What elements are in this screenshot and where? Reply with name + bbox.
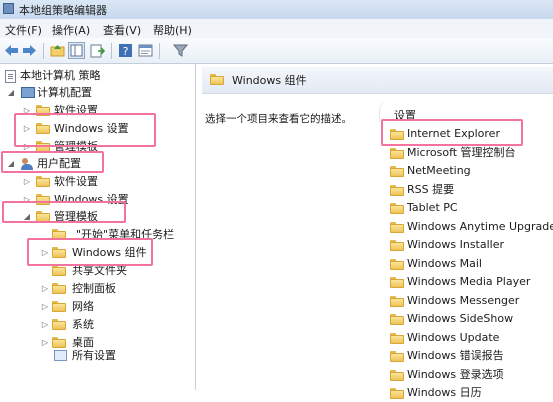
- folder-icon: [390, 369, 404, 381]
- show-hide-tree-icon[interactable]: [68, 42, 85, 59]
- folder-icon: [390, 240, 404, 251]
- folder-icon: [52, 283, 66, 294]
- expand-arrow-icon[interactable]: ▷: [40, 298, 50, 315]
- folder-icon: [390, 221, 404, 233]
- forward-icon[interactable]: [21, 42, 38, 59]
- settings-item-label: Windows 登录选项: [407, 367, 504, 381]
- menu-file[interactable]: 文件(F): [5, 22, 42, 38]
- description-text: 选择一个项目来查看它的描述。: [205, 113, 352, 125]
- computer-icon: [21, 87, 35, 98]
- folder-icon: [390, 295, 404, 307]
- folder-icon: [36, 176, 50, 187]
- highlight-box-computer-admin: [14, 113, 156, 147]
- toolbar: ?: [0, 38, 553, 64]
- folder-icon: [210, 74, 224, 85]
- tree-item-control-panel[interactable]: ▷ 控制面板: [40, 280, 194, 297]
- highlight-box-internet-explorer: [381, 119, 523, 146]
- tree-label: 本地计算机 策略: [20, 69, 101, 82]
- tree-item-all-settings[interactable]: 所有设置: [40, 347, 194, 364]
- app-icon: [3, 3, 14, 14]
- tree-item-uc-software[interactable]: ▷ 软件设置: [22, 173, 194, 190]
- menu-bar: 文件(F) 操作(A) 查看(V) 帮助(H): [0, 19, 553, 38]
- settings-item-label: Windows Media Player: [407, 275, 531, 288]
- settings-item-label: Windows Mail: [407, 256, 482, 270]
- tree-label: 系统: [72, 318, 94, 331]
- filter-icon[interactable]: [172, 42, 189, 59]
- highlight-box-windows-components: [27, 238, 153, 266]
- folder-icon: [52, 319, 66, 330]
- toolbar-separator: [111, 43, 112, 59]
- expand-arrow-icon[interactable]: ▷: [22, 173, 32, 190]
- policy-icon: [5, 70, 16, 83]
- toolbar-separator: [159, 43, 160, 59]
- folder-icon: [52, 301, 66, 312]
- settings-item-label: Windows Installer: [407, 238, 505, 251]
- settings-item-label: Windows 日历: [407, 386, 482, 399]
- expand-arrow-icon[interactable]: ▷: [40, 316, 50, 333]
- tree-label: 所有设置: [72, 349, 116, 362]
- folder-icon: [390, 277, 404, 288]
- folder-icon: [390, 203, 404, 214]
- tree-label: 网络: [72, 300, 94, 313]
- folder-icon: [390, 184, 404, 196]
- help-icon[interactable]: ?: [117, 42, 134, 59]
- settings-item-label: Windows Update: [407, 330, 500, 344]
- tree-item-system[interactable]: ▷ 系统: [40, 316, 194, 333]
- tree-label: 控制面板: [72, 282, 116, 295]
- settings-item-label: Microsoft 管理控制台: [407, 145, 516, 159]
- title-bar: 本地组策略编辑器: [0, 0, 553, 19]
- menu-action[interactable]: 操作(A): [52, 22, 90, 38]
- properties-icon[interactable]: [137, 42, 154, 59]
- settings-item-label: Tablet PC: [407, 201, 458, 214]
- settings-item-label: Windows Anytime Upgrade: [407, 219, 553, 233]
- folder-icon: [52, 265, 66, 276]
- folder-icon: [390, 258, 404, 270]
- folder-icon: [390, 332, 404, 344]
- settings-item-label: Windows Messenger: [407, 293, 520, 307]
- settings-item-label: NetMeeting: [407, 164, 471, 177]
- tree-label: 软件设置: [54, 175, 98, 188]
- expand-arrow-icon[interactable]: ▷: [40, 280, 50, 297]
- folder-icon: [390, 314, 404, 325]
- highlight-box-admin-templates: [2, 201, 126, 223]
- window-title: 本地组策略编辑器: [19, 4, 107, 17]
- settings-item-label: RSS 提要: [407, 182, 455, 196]
- export-icon[interactable]: [89, 42, 106, 59]
- menu-view[interactable]: 查看(V): [103, 22, 141, 38]
- toolbar-separator: [43, 43, 44, 59]
- menu-help[interactable]: 帮助(H): [153, 22, 192, 38]
- folder-icon: [390, 351, 404, 362]
- folder-icon: [390, 166, 404, 177]
- tree-item-network[interactable]: ▷ 网络: [40, 298, 194, 315]
- settings-item-label: Windows 错误报告: [407, 349, 504, 362]
- highlight-box-user-config: [1, 151, 104, 173]
- details-title: Windows 组件: [232, 74, 307, 87]
- settings-item-label: Windows SideShow: [407, 312, 514, 325]
- up-folder-icon[interactable]: [49, 42, 66, 59]
- back-icon[interactable]: [3, 42, 20, 59]
- collapse-arrow-icon[interactable]: ◢: [6, 84, 16, 101]
- svg-text:?: ?: [123, 45, 129, 58]
- tree-label: 计算机配置: [37, 86, 92, 99]
- details-header: Windows 组件: [202, 67, 553, 94]
- folder-icon: [390, 147, 404, 159]
